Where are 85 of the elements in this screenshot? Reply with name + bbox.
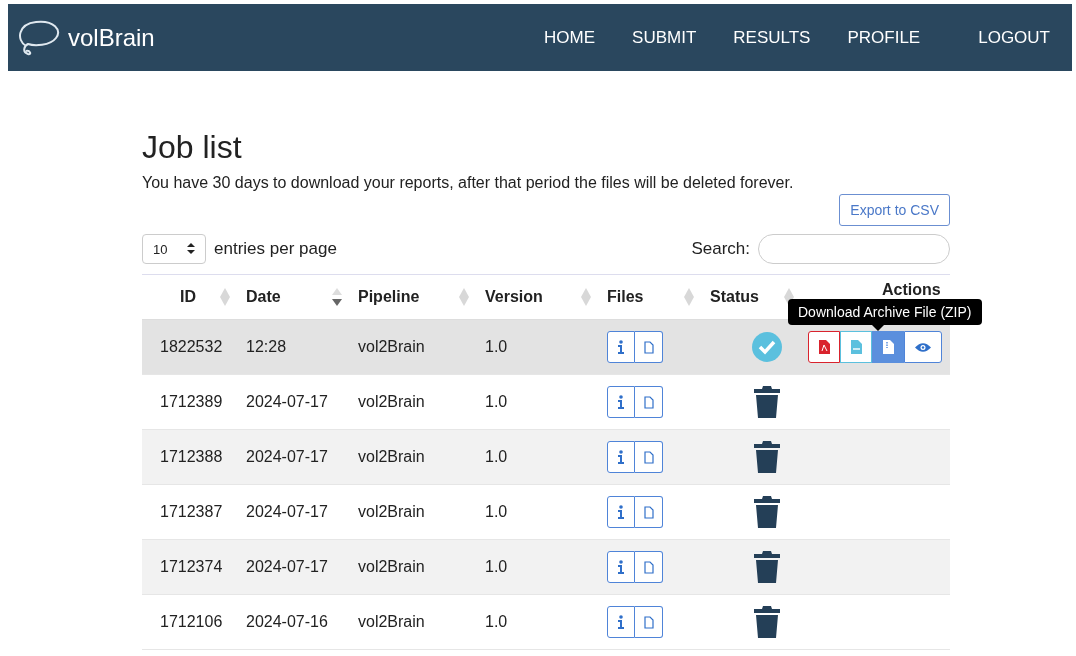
info-button[interactable] [607, 331, 635, 363]
sort-descending-icon [332, 288, 342, 306]
trash-icon[interactable] [754, 551, 780, 583]
nav-link[interactable]: PROFILE [847, 27, 921, 48]
sort-icon [581, 288, 591, 306]
table-cell-text: 1822532 [159, 338, 224, 356]
page-title: Job list [142, 129, 243, 166]
table-cell-text: vol2Brain [357, 393, 426, 411]
info-icon [617, 340, 625, 354]
table-cell-text: 1.0 [484, 448, 509, 466]
info-icon [617, 615, 625, 629]
up-down-caret-icon [187, 242, 195, 254]
info-button[interactable] [607, 386, 635, 418]
file-button[interactable] [635, 441, 663, 473]
table-cell-text: vol2Brain [357, 448, 426, 466]
table-cell-text: 1.0 [484, 613, 509, 631]
sort-icon [220, 288, 230, 306]
table-cell-text: 1712387 [159, 503, 224, 521]
table-cell-text: 1712389 [159, 393, 224, 411]
info-button[interactable] [607, 441, 635, 473]
export-csv-button[interactable]: Export to CSV [839, 194, 950, 226]
brand-name[interactable]: volBrain [68, 23, 155, 52]
table-cell-text: vol2Brain [357, 338, 426, 356]
table-cell-text: 1.0 [484, 503, 509, 521]
table-cell-text: 1.0 [484, 338, 509, 356]
table-cell-text: vol2Brain [357, 558, 426, 576]
file-icon [643, 450, 654, 464]
trash-icon[interactable] [754, 496, 780, 528]
table-cell-text: 2024-07-16 [245, 613, 329, 631]
table-cell-text: 2024-07-17 [245, 503, 329, 521]
table-cell-text: 2024-07-17 [245, 393, 329, 411]
table-cell-text: 2024-07-17 [245, 448, 329, 466]
info-icon [617, 395, 625, 409]
csv-file-icon [850, 340, 862, 354]
table-cell-text: vol2Brain [357, 503, 426, 521]
view-button[interactable] [904, 331, 942, 363]
trash-icon[interactable] [754, 441, 780, 473]
info-icon [617, 505, 625, 519]
zip-button[interactable] [872, 331, 904, 363]
table-cell-text: 12:28 [245, 338, 288, 356]
column-header[interactable]: ID [142, 275, 238, 319]
notice-text: You have 30 days to download your reports, after that period the files will be deleted forever. [142, 174, 795, 192]
info-button[interactable] [607, 551, 635, 583]
page-size-select[interactable]: 10 [142, 234, 206, 264]
nav-link[interactable]: SUBMIT [632, 27, 697, 48]
sort-icon [684, 288, 694, 306]
column-header[interactable]: Version [477, 275, 599, 319]
table-cell-text: 1.0 [484, 558, 509, 576]
file-button[interactable] [635, 496, 663, 528]
table-cell-text: 1712388 [159, 448, 224, 466]
info-button[interactable] [607, 606, 635, 638]
info-icon [617, 560, 625, 574]
table-cell-text: 1712106 [159, 613, 224, 631]
file-icon [643, 340, 654, 354]
table-cell-text: vol2Brain [357, 613, 426, 631]
column-header[interactable]: Date [238, 275, 350, 319]
table-cell-text: 2024-07-17 [245, 558, 329, 576]
file-icon [643, 505, 654, 519]
search-label: Search: [691, 239, 750, 259]
nav-link[interactable]: RESULTS [733, 27, 811, 48]
pdf-file-icon [818, 340, 830, 354]
trash-icon[interactable] [754, 386, 780, 418]
search-field[interactable] [758, 234, 950, 264]
column-header[interactable]: Pipeline [350, 275, 477, 319]
entries-label: entries per page [214, 239, 337, 259]
eye-icon [915, 341, 931, 353]
nav-link[interactable]: LOGOUT [978, 27, 1050, 48]
file-button[interactable] [635, 551, 663, 583]
tooltip: Download Archive File (ZIP) [788, 299, 982, 331]
pdf-button[interactable] [808, 331, 840, 363]
trash-icon[interactable] [754, 606, 780, 638]
table-cell-text: 1.0 [484, 393, 509, 411]
file-button[interactable] [635, 606, 663, 638]
zip-file-icon [882, 340, 894, 354]
column-header[interactable]: Files [599, 275, 702, 319]
nav-link[interactable]: HOME [544, 27, 596, 48]
file-button[interactable] [635, 331, 663, 363]
file-icon [643, 395, 654, 409]
file-icon [643, 615, 654, 629]
sort-icon [459, 288, 469, 306]
table-cell-text: 1712374 [159, 558, 224, 576]
file-icon [643, 560, 654, 574]
info-button[interactable] [607, 496, 635, 528]
file-button[interactable] [635, 386, 663, 418]
info-icon [617, 450, 625, 464]
